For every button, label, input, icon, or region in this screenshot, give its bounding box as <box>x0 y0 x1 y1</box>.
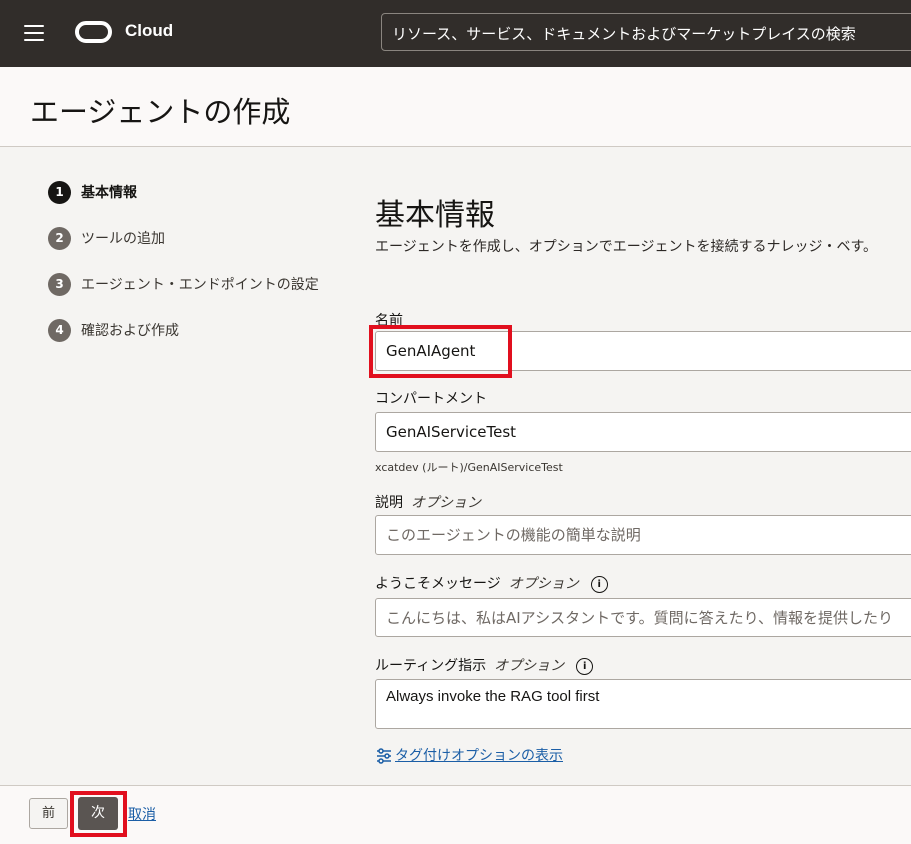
search-input[interactable]: リソース、サービス、ドキュメントおよびマーケットプレイスの検索 <box>381 13 911 51</box>
description-label-text: 説明 <box>375 495 403 511</box>
tagging-options-text: タグ付けオプションの表示 <box>395 748 563 764</box>
name-input[interactable]: GenAIAgent <box>375 331 911 371</box>
optional-tag: オプション <box>494 658 565 674</box>
sliders-icon <box>377 748 391 764</box>
step-number: 3 <box>48 273 71 296</box>
compartment-label: コンパートメント <box>375 391 487 407</box>
cancel-link[interactable]: 取消 <box>128 804 156 824</box>
description-label: 説明 オプション <box>375 492 481 512</box>
step-label: ツールの追加 <box>81 231 165 247</box>
name-label: 名前 <box>375 313 403 329</box>
step-label: エージェント・エンドポイントの設定 <box>81 277 319 293</box>
step-number: 1 <box>48 181 71 204</box>
welcome-label: ようこそメッセージ オプション i <box>375 573 608 593</box>
description-input[interactable]: このエージェントの機能の簡単な説明 <box>375 515 911 555</box>
page-title: エージェントの作成 <box>30 95 291 129</box>
optional-tag: オプション <box>508 576 579 592</box>
step-label: 確認および作成 <box>81 323 179 339</box>
previous-button[interactable]: 前 <box>29 798 68 829</box>
tagging-options-link[interactable]: タグ付けオプションの表示 <box>375 745 563 765</box>
top-navigation-bar: Cloud リソース、サービス、ドキュメントおよびマーケットプレイスの検索 <box>0 0 911 67</box>
routing-label: ルーティング指示 オプション i <box>375 655 594 675</box>
routing-instructions-input[interactable]: Always invoke the RAG tool first <box>375 679 911 729</box>
oracle-logo-icon[interactable] <box>75 21 112 43</box>
compartment-path: xcatdev (ルート)/GenAIServiceTest <box>375 461 563 474</box>
step-number: 4 <box>48 319 71 342</box>
step-label: 基本情報 <box>81 185 137 201</box>
info-icon[interactable]: i <box>576 657 594 675</box>
brand-name: Cloud <box>125 21 174 40</box>
next-button[interactable]: 次 <box>78 797 118 830</box>
compartment-select[interactable]: GenAIServiceTest <box>375 412 911 452</box>
info-icon[interactable]: i <box>590 575 608 593</box>
step-number: 2 <box>48 227 71 250</box>
section-title: 基本情報 <box>375 198 495 233</box>
welcome-message-input[interactable]: こんにちは、私はAIアシスタントです。質問に答えたり、情報を提供したり <box>375 598 911 637</box>
routing-label-text: ルーティング指示 <box>375 658 487 674</box>
optional-tag: オプション <box>411 495 481 511</box>
section-description: エージェントを作成し、オプションでエージェントを接続するナレッジ・ベす。 <box>375 239 878 255</box>
menu-icon[interactable] <box>24 25 44 41</box>
welcome-label-text: ようこそメッセージ <box>375 576 501 592</box>
page-header: エージェントの作成 <box>0 67 911 147</box>
